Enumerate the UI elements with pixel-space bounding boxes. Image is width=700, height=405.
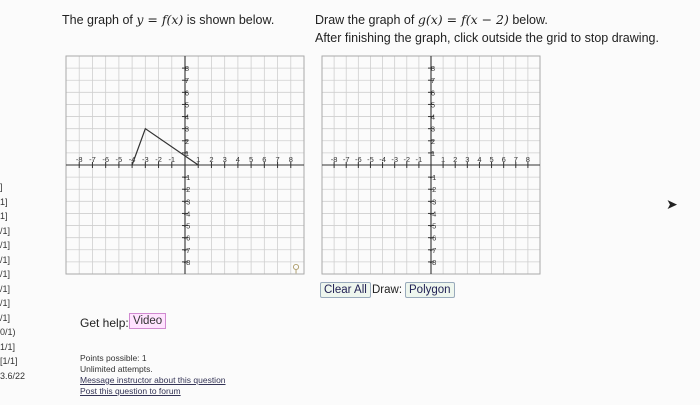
score-item[interactable]: /1]	[0, 311, 36, 326]
y-tick-label: 8	[185, 64, 189, 73]
y-tick-label: 4	[185, 113, 189, 122]
x-tick-label: 8	[289, 155, 293, 164]
score-item[interactable]: 3.6/22	[0, 369, 36, 384]
y-tick-label: 7	[185, 76, 189, 85]
y-tick-label: 4	[431, 113, 435, 122]
y-tick-label: -5	[184, 222, 191, 231]
x-tick-label: 3	[223, 155, 227, 164]
y-tick-label: 1	[431, 149, 435, 158]
attempts: Unlimited attempts.	[80, 364, 153, 374]
x-tick-label: -1	[168, 155, 175, 164]
x-tick-label: 2	[453, 155, 457, 164]
x-tick-label: 3	[465, 155, 469, 164]
x-tick-label: 6	[262, 155, 266, 164]
y-tick-label: -3	[184, 197, 191, 206]
polygon-button[interactable]: Polygon	[405, 282, 455, 298]
y-tick-label: 8	[431, 64, 435, 73]
x-tick-label: 1	[441, 155, 445, 164]
y-tick-label: -8	[184, 258, 191, 267]
prompt-text: below.	[508, 13, 548, 27]
x-tick-label: 5	[249, 155, 253, 164]
y-tick-label: -3	[430, 197, 437, 206]
y-tick-label: 3	[431, 125, 435, 134]
x-tick-label: -2	[155, 155, 162, 164]
x-tick-label: -3	[391, 155, 398, 164]
score-item[interactable]: /1]	[0, 282, 36, 297]
score-item[interactable]: ]	[0, 180, 36, 195]
score-item[interactable]: 1]	[0, 195, 36, 210]
x-tick-label: 4	[477, 155, 481, 164]
score-item[interactable]: /1]	[0, 224, 36, 239]
y-tick-label: 5	[431, 100, 435, 109]
y-tick-label: 6	[431, 88, 435, 97]
x-tick-label: 2	[209, 155, 213, 164]
score-item[interactable]: /1]	[0, 238, 36, 253]
score-item[interactable]: 1]	[0, 209, 36, 224]
x-tick-label: -4	[379, 155, 386, 164]
x-tick-label: 6	[502, 155, 506, 164]
cursor-arrow-icon: ➤	[666, 196, 678, 212]
x-tick-label: 8	[526, 155, 530, 164]
post-forum-link[interactable]: Post this question to forum	[80, 386, 181, 396]
prompt-graph-f: The graph of y = f(x) is shown below.	[62, 12, 274, 27]
x-tick-label: -1	[416, 155, 423, 164]
y-tick-label: -7	[184, 246, 191, 255]
graph-g-drawing-area[interactable]: -8 -7 -6 -5 -4 -3 -2 -1 1 2 3 4 5 6 7 887654321-1-2-3-4…	[316, 50, 546, 280]
x-tick-label: 7	[275, 155, 279, 164]
prompt-text: Draw the graph of	[315, 13, 418, 27]
y-tick-label: 7	[431, 76, 435, 85]
message-instructor-link[interactable]: Message instructor about this question	[80, 375, 226, 385]
prompt-text: The graph of	[62, 13, 137, 27]
x-tick-label: -2	[403, 155, 410, 164]
graph-f: -8 -7 -6 -5 -4 -3 -2 -1 1 2 3 4 5 6 7 887654321-1-2-3-4…	[65, 55, 305, 275]
clear-all-button[interactable]: Clear All	[320, 282, 371, 298]
x-tick-label: -7	[343, 155, 350, 164]
math-y-f-x: y = f(x)	[136, 12, 184, 27]
x-tick-label: -8	[331, 155, 338, 164]
x-tick-label: 1	[196, 155, 200, 164]
x-tick-label: 7	[514, 155, 518, 164]
y-tick-label: -1	[184, 173, 191, 182]
x-tick-label: -5	[116, 155, 123, 164]
prompt-draw-g: Draw the graph of g(x) = f(x − 2) below.	[315, 12, 548, 27]
y-tick-label: -4	[430, 209, 437, 218]
y-tick-label: -2	[184, 185, 191, 194]
score-item[interactable]: [1/1]	[0, 354, 36, 369]
x-tick-label: -5	[367, 155, 374, 164]
draw-label: Draw:	[372, 284, 403, 296]
y-tick-label: -7	[430, 246, 437, 255]
x-tick-label: -8	[76, 155, 83, 164]
y-tick-label: -6	[430, 234, 437, 243]
y-tick-label: -4	[184, 209, 191, 218]
video-button[interactable]: Video	[129, 313, 167, 329]
prompt-text: is shown below.	[183, 13, 275, 27]
y-tick-label: -8	[430, 258, 437, 267]
score-item[interactable]: 1/1]	[0, 340, 36, 355]
score-item[interactable]: /1]	[0, 253, 36, 268]
x-tick-label: -3	[142, 155, 149, 164]
y-tick-label: 2	[185, 137, 189, 146]
y-tick-label: -2	[430, 185, 437, 194]
math-g-x: g(x) = f(x − 2)	[417, 12, 509, 27]
score-item[interactable]: 0/1)	[0, 325, 36, 340]
score-item[interactable]: /1]	[0, 267, 36, 282]
x-tick-label: -6	[355, 155, 362, 164]
x-tick-label: 4	[236, 155, 240, 164]
get-help-label: Get help:	[80, 316, 129, 330]
points-possible: Points possible: 1	[80, 353, 147, 363]
x-tick-label: -7	[89, 155, 96, 164]
y-tick-label: 2	[431, 137, 435, 146]
score-strip: ] 1] 1]/1]/1]/1]/1]/1]/1]/1] 0/1) 1/1] [1/1] 3…	[0, 180, 36, 383]
x-tick-label: 5	[489, 155, 493, 164]
y-tick-label: -6	[184, 234, 191, 243]
y-tick-label: 3	[185, 125, 189, 134]
y-tick-label: -5	[430, 222, 437, 231]
y-tick-label: -1	[430, 173, 437, 182]
magnify-icon[interactable]: ⚲	[292, 262, 304, 275]
y-tick-label: 6	[185, 88, 189, 97]
y-tick-label: 5	[185, 100, 189, 109]
x-tick-label: -6	[102, 155, 109, 164]
score-item[interactable]: /1]	[0, 296, 36, 311]
prompt-instructions: After finishing the graph, click outside…	[315, 31, 659, 45]
